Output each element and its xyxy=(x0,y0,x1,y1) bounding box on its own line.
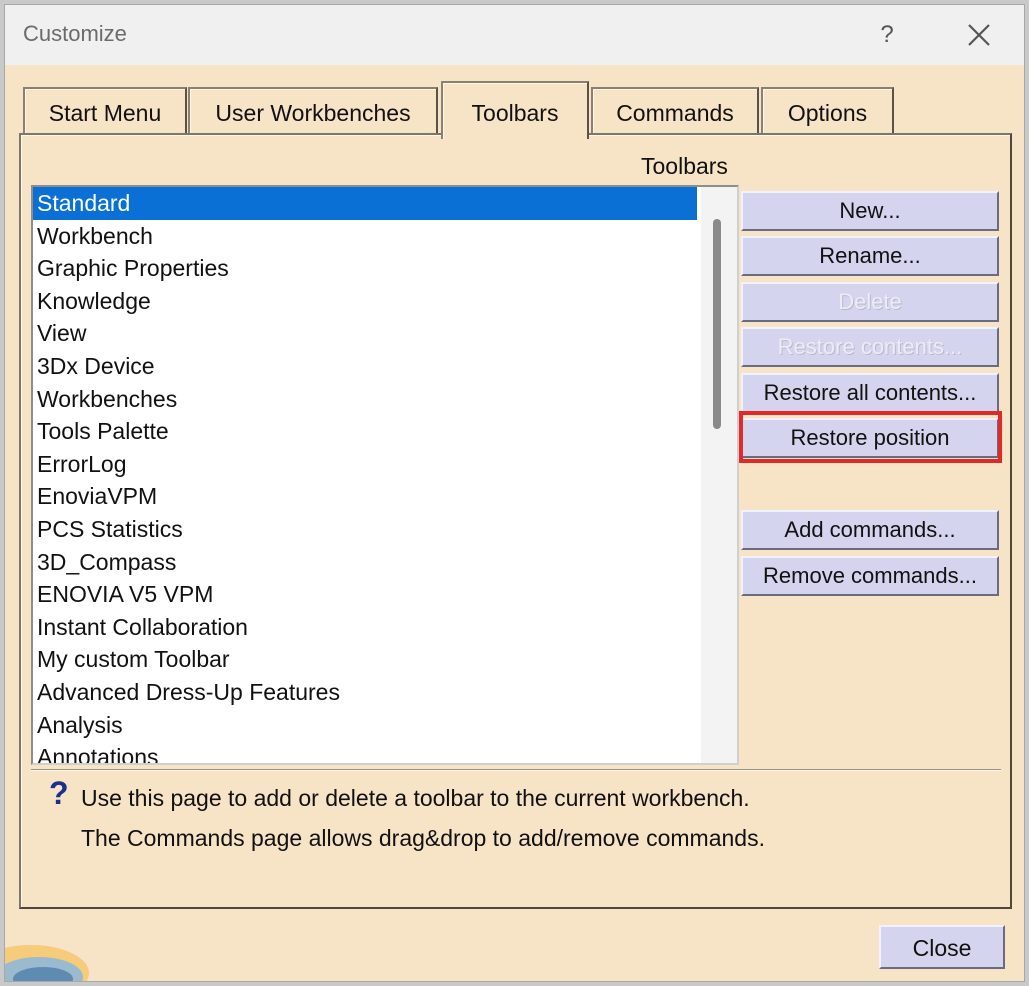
rename-toolbar-button[interactable]: Rename... xyxy=(741,236,999,276)
remove-commands-button[interactable]: Remove commands... xyxy=(741,556,999,596)
list-scrollbar[interactable] xyxy=(701,187,737,763)
tab-commands[interactable]: Commands xyxy=(591,87,759,135)
restore-all-contents-button[interactable]: Restore all contents... xyxy=(741,373,999,413)
list-item[interactable]: Standard xyxy=(33,187,697,220)
list-item[interactable]: Advanced Dress-Up Features xyxy=(33,676,697,709)
separator xyxy=(31,769,1001,771)
list-item[interactable]: Workbench xyxy=(33,220,697,253)
title-bar: Customize ? xyxy=(5,5,1024,65)
list-item[interactable]: 3Dx Device xyxy=(33,350,697,383)
list-item[interactable]: 3D_Compass xyxy=(33,546,697,579)
list-item[interactable]: Annotations xyxy=(33,741,697,763)
tab-options[interactable]: Options xyxy=(761,87,894,135)
tab-user-workbenches[interactable]: User Workbenches xyxy=(188,87,438,135)
delete-toolbar-button[interactable]: Delete xyxy=(741,282,999,322)
restore-position-button[interactable]: Restore position xyxy=(741,418,999,458)
question-mark-icon: ? xyxy=(49,775,69,811)
list-item[interactable]: Graphic Properties xyxy=(33,252,697,285)
toolbars-listbox[interactable]: Standard Workbench Graphic Properties Kn… xyxy=(31,185,739,765)
list-item[interactable]: Workbenches xyxy=(33,383,697,416)
tab-start-menu[interactable]: Start Menu xyxy=(23,87,187,135)
list-item[interactable]: PCS Statistics xyxy=(33,513,697,546)
list-item[interactable]: Analysis xyxy=(33,709,697,742)
help-button[interactable]: ? xyxy=(865,15,909,55)
close-button[interactable]: Close xyxy=(879,925,1005,969)
customize-dialog: Customize ? Start Menu User Workbenches … xyxy=(4,4,1025,982)
list-item[interactable]: ErrorLog xyxy=(33,448,697,481)
list-item[interactable]: My custom Toolbar xyxy=(33,643,697,676)
add-commands-button[interactable]: Add commands... xyxy=(741,510,999,550)
close-icon[interactable] xyxy=(955,15,1001,55)
toolbars-panel: Toolbars Standard Workbench Graphic Prop… xyxy=(19,133,1012,909)
scrollbar-thumb[interactable] xyxy=(713,219,721,429)
list-item[interactable]: Instant Collaboration xyxy=(33,611,697,644)
help-text-line-2: The Commands page allows drag&drop to ad… xyxy=(81,825,765,851)
window-title: Customize xyxy=(23,21,127,46)
corner-logo-icon xyxy=(5,915,95,981)
restore-contents-button[interactable]: Restore contents... xyxy=(741,327,999,367)
list-item[interactable]: Knowledge xyxy=(33,285,697,318)
toolbars-group-label: Toolbars xyxy=(641,153,728,179)
list-item[interactable]: View xyxy=(33,317,697,350)
new-toolbar-button[interactable]: New... xyxy=(741,191,999,231)
help-text-line-1: Use this page to add or delete a toolbar… xyxy=(81,785,750,811)
list-item[interactable]: ENOVIA V5 VPM xyxy=(33,578,697,611)
tab-toolbars[interactable]: Toolbars xyxy=(441,81,589,139)
list-item[interactable]: EnoviaVPM xyxy=(33,480,697,513)
list-item[interactable]: Tools Palette xyxy=(33,415,697,448)
